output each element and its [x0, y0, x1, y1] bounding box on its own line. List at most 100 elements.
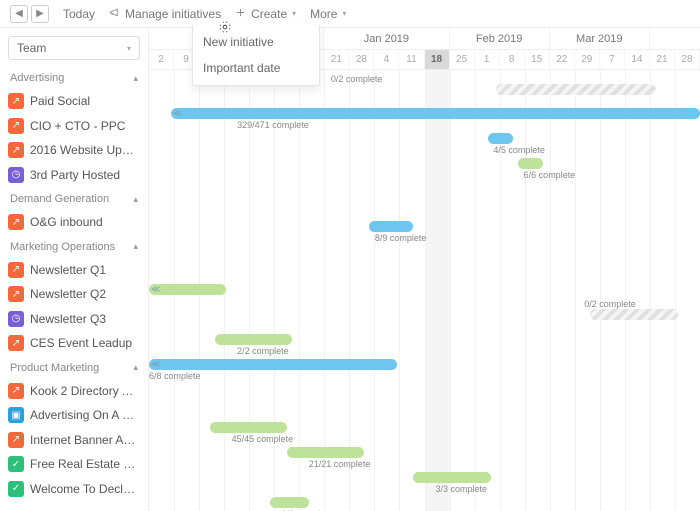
sidebar-item[interactable]: ◷3rd Party Hosted [0, 163, 148, 188]
group-header[interactable]: Advertising ▴ [0, 66, 148, 89]
timeline-bars: 0/2 complete≪329/471 complete4/5 complet… [149, 70, 700, 511]
sidebar-item[interactable]: ✓ Welcome To Declassifie… [0, 477, 148, 502]
sidebar-item[interactable]: ↗O&G inbound [0, 210, 148, 235]
item-label: CES Event Leadup [30, 336, 132, 350]
bar-progress-label: 3/3 complete [436, 484, 488, 494]
more-label: More [310, 7, 337, 21]
chevron-up-icon: ▴ [133, 362, 138, 373]
create-button[interactable]: Create ▾ [235, 7, 296, 21]
gantt-bar[interactable] [215, 334, 292, 345]
team-selector[interactable]: Team ▾ [8, 36, 140, 60]
team-selector-label: Team [17, 41, 46, 55]
item-icon: ↗ [8, 93, 24, 109]
sidebar-item[interactable]: ↗ 2016 Website Updates [0, 138, 148, 163]
day-label: 14 [625, 50, 650, 69]
sidebar-item[interactable]: ↗Newsletter Q2 [0, 282, 148, 307]
chevron-down-icon: ▾ [127, 44, 131, 53]
item-icon: ◷ [8, 311, 24, 327]
day-label: 8 [500, 50, 525, 69]
bar-progress-label: 6/6 complete [524, 170, 576, 180]
group-label: Marketing Operations [10, 241, 115, 253]
gantt-bar[interactable] [210, 422, 287, 433]
megaphone-icon [109, 7, 120, 21]
prev-button[interactable]: ◀ [10, 5, 28, 23]
bar-progress-label: 21/21 complete [309, 459, 371, 469]
chevron-up-icon: ▴ [133, 73, 138, 84]
day-label: 28 [675, 50, 700, 69]
more-button[interactable]: More ▾ [310, 7, 346, 21]
timeline[interactable]: 2018Jan 2019Feb 2019Mar 2019 29162330613… [149, 28, 700, 511]
item-icon: ↗ [8, 118, 24, 134]
group-header[interactable]: Demand Generation ▴ [0, 187, 148, 210]
day-label: 21 [324, 50, 349, 69]
sidebar-item[interactable]: ◷Newsletter Q3 [0, 307, 148, 332]
sidebar-item[interactable]: ↗ Paid Social [0, 89, 148, 114]
item-label: Newsletter Q2 [30, 287, 106, 301]
group-label: Product Marketing [10, 362, 99, 374]
day-label: 29 [575, 50, 600, 69]
overflow-left-icon: ≪ [151, 359, 160, 370]
gantt-bar[interactable] [488, 133, 513, 144]
item-label: Kook 2 Directory Add U… [30, 384, 140, 398]
sidebar-item[interactable]: ▣ Advertising On A Budge… [0, 403, 148, 428]
item-icon: ↗ [8, 142, 24, 158]
item-icon: ↗ [8, 262, 24, 278]
day-label: 15 [525, 50, 550, 69]
item-label: Welcome To Declassifie… [30, 482, 140, 496]
sidebar-item[interactable]: ✓Free Real Estate Listings [0, 452, 148, 477]
sidebar-item[interactable]: ↗Internet Banner Adverti… [0, 428, 148, 453]
nav-buttons: ◀ ▶ [10, 5, 49, 23]
day-label: 7 [600, 50, 625, 69]
sidebar-item[interactable]: ↗Newsletter Q1 [0, 258, 148, 283]
item-label: 2016 Website Updates [30, 143, 140, 157]
chevron-down-icon: ▾ [292, 9, 296, 18]
toolbar: ◀ ▶ Today Manage initiatives Create ▾ Mo… [0, 0, 700, 28]
group-label: Advertising [10, 72, 64, 84]
day-label: 22 [550, 50, 575, 69]
sidebar-item[interactable]: ↗ CES Event Leadup [0, 331, 148, 356]
sidebar-item[interactable]: ↗ Kook 2 Directory Add U… [0, 379, 148, 404]
next-button[interactable]: ▶ [31, 5, 49, 23]
month-label: Mar 2019 [550, 28, 650, 49]
gantt-bar[interactable] [496, 84, 656, 95]
plus-icon [235, 7, 246, 21]
gantt-bar[interactable] [590, 309, 678, 320]
bar-progress-label: 4/5 complete [493, 145, 545, 155]
month-label: Feb 2019 [450, 28, 550, 49]
bar-progress-label: 8/9 complete [375, 233, 427, 243]
item-icon: ▣ [8, 407, 24, 423]
bar-progress-label: 6/8 complete [149, 371, 201, 381]
day-label: 25 [450, 50, 475, 69]
group-header[interactable]: Product Marketing ▴ [0, 356, 148, 379]
item-icon: ✓ [8, 456, 24, 472]
item-label: 3rd Party Hosted [30, 168, 120, 182]
gantt-bar[interactable] [270, 497, 309, 508]
gantt-bar[interactable]: ≪ [149, 359, 397, 370]
group-label: Demand Generation [10, 193, 109, 205]
day-today: 18 [425, 50, 450, 69]
item-icon: ✓ [8, 481, 24, 497]
gantt-bar[interactable]: ≪ [171, 108, 700, 119]
sidebar-item[interactable]: ↗CIO + CTO - PPC [0, 114, 148, 139]
bar-progress-label: 0/2 complete [331, 74, 383, 84]
group-header[interactable]: Marketing Operations▴ [0, 235, 148, 258]
day-label: 2 [149, 50, 174, 69]
item-icon: ↗ [8, 383, 24, 399]
day-label: 28 [349, 50, 374, 69]
gantt-bar[interactable] [413, 472, 490, 483]
gantt-bar[interactable] [287, 447, 364, 458]
gantt-bar[interactable] [369, 221, 413, 232]
gantt-bar[interactable]: ≪ [149, 284, 226, 295]
item-icon: ↗ [8, 335, 24, 351]
create-dropdown: New initiative Important date [192, 25, 320, 86]
today-button[interactable]: Today [63, 7, 95, 21]
sidebar: Team ▾ Advertising ▴ ↗ Paid Social ↗CIO + CT… [0, 28, 149, 511]
gantt-bar[interactable] [518, 158, 543, 169]
bar-progress-label: 2/2 complete [237, 346, 289, 356]
item-label: Paid Social [30, 94, 90, 108]
manage-initiatives-button[interactable]: Manage initiatives [109, 7, 221, 21]
chevron-up-icon: ▴ [133, 194, 138, 205]
menu-important-date[interactable]: Important date [193, 55, 319, 81]
item-label: Advertising On A Budge… [30, 408, 140, 422]
menu-new-initiative[interactable]: New initiative [193, 29, 319, 55]
